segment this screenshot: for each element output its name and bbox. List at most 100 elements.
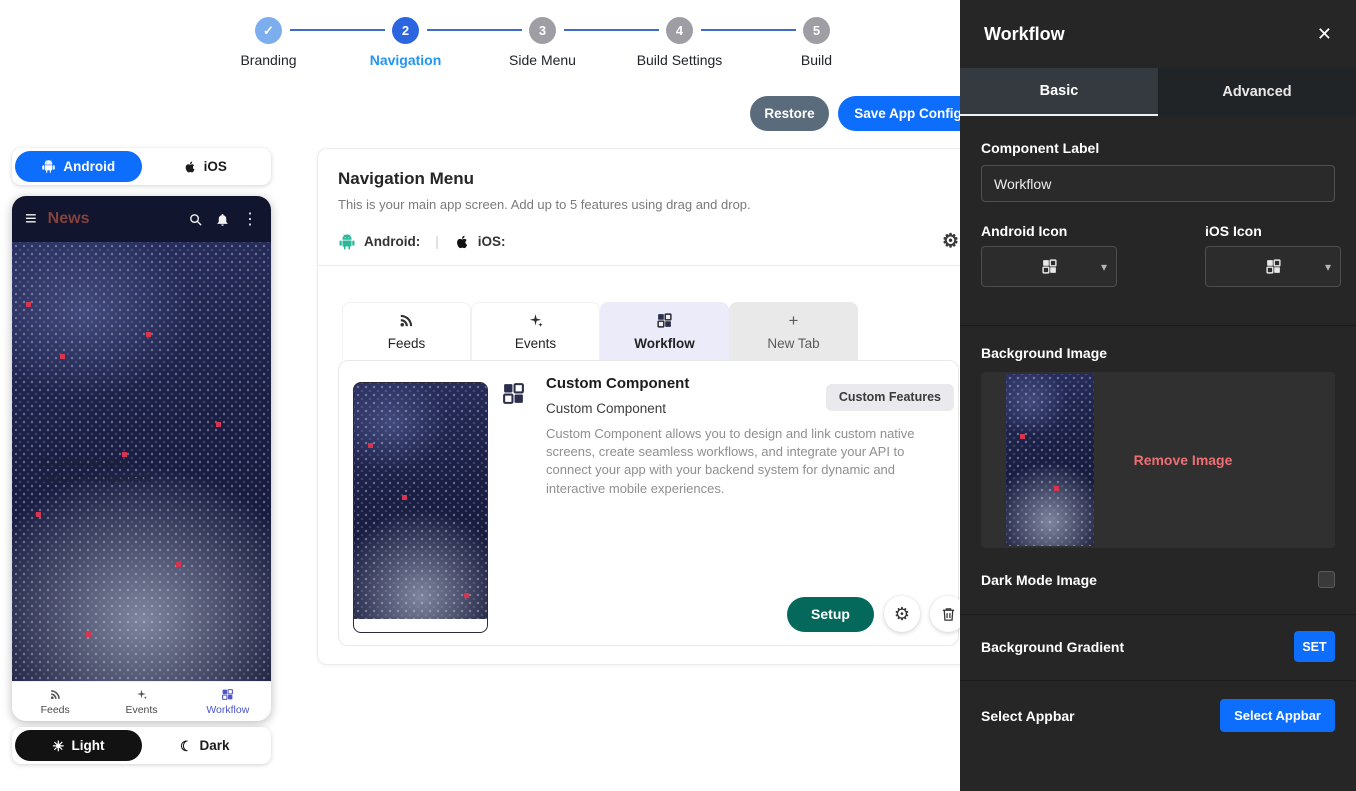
phone-bottom-nav: Feeds Events Workflow xyxy=(12,681,271,721)
background-gradient-label: Background Gradient xyxy=(981,639,1124,655)
tab-label: New Tab xyxy=(767,336,819,351)
sparkle-icon xyxy=(135,688,148,701)
divider-pipe: | xyxy=(435,234,439,249)
feature-actions: Setup ⚙ xyxy=(787,596,966,632)
step-indicator: 4 xyxy=(666,17,693,44)
ios-label: iOS: xyxy=(478,234,506,249)
dark-mode-image-checkbox[interactable] xyxy=(1318,571,1335,588)
kebab-menu-icon[interactable]: ⋮ xyxy=(242,209,258,229)
step-build[interactable]: 5 Build xyxy=(748,14,885,68)
dark-mode-image-row: Dark Mode Image xyxy=(981,571,1335,588)
save-app-config-button[interactable]: Save App Config xyxy=(838,96,978,131)
thumbnail-bottom-bar xyxy=(354,619,487,632)
select-appbar-button[interactable]: Select Appbar xyxy=(1220,699,1335,732)
android-icon-field-label: Android Icon xyxy=(981,223,1117,239)
panel-tab-basic[interactable]: Basic xyxy=(960,68,1158,116)
component-label-input[interactable] xyxy=(981,165,1335,202)
card-subtitle: This is your main app screen. Add up to … xyxy=(338,197,959,212)
component-preview-thumbnail xyxy=(353,382,488,633)
tab-label: Workflow xyxy=(634,336,695,351)
set-gradient-button[interactable]: SET xyxy=(1294,631,1335,662)
theme-dark-label: Dark xyxy=(200,738,230,753)
workflow-feature-panel: Custom Component Custom Component Custom… xyxy=(338,360,959,646)
divider xyxy=(960,325,1356,326)
phone-app-title: News xyxy=(48,210,90,228)
step-navigation[interactable]: 2 Navigation xyxy=(337,14,474,68)
build-stepper: ✓ Branding 2 Navigation 3 Side Menu 4 Bu… xyxy=(200,14,885,68)
phone-tab-feeds[interactable]: Feeds xyxy=(12,682,98,721)
theme-light-label: Light xyxy=(72,738,105,753)
step-branding[interactable]: ✓ Branding xyxy=(200,14,337,68)
phone-tab-label: Feeds xyxy=(41,704,70,716)
tab-label: Feeds xyxy=(388,336,426,351)
step-build-settings[interactable]: 4 Build Settings xyxy=(611,14,748,68)
plus-icon: + xyxy=(789,312,799,329)
select-appbar-row: Select Appbar Select Appbar xyxy=(981,699,1335,732)
step-label: Branding xyxy=(200,52,337,68)
ios-icon-field-label: iOS Icon xyxy=(1205,223,1341,239)
bell-icon[interactable] xyxy=(215,212,230,227)
theme-dark-option[interactable]: ☾ Dark xyxy=(142,730,269,761)
remove-image-link[interactable]: Remove Image xyxy=(1081,372,1285,548)
chevron-down-icon: ▾ xyxy=(1101,260,1107,274)
step-label: Build Settings xyxy=(611,52,748,68)
step-indicator: 5 xyxy=(803,17,830,44)
phone-tab-workflow[interactable]: Workflow xyxy=(185,682,271,721)
android-label: Android: xyxy=(364,234,420,249)
restore-button[interactable]: Restore xyxy=(750,96,829,131)
tab-label: Events xyxy=(515,336,556,351)
component-description: Custom Component allows you to design an… xyxy=(546,425,948,498)
tab-events[interactable]: Events xyxy=(471,302,600,360)
apple-icon xyxy=(183,160,197,174)
workflow-settings-panel: Workflow ✕ Basic Advanced Component Labe… xyxy=(960,0,1356,791)
ios-icon-select[interactable]: ▾ xyxy=(1205,246,1341,287)
android-icon-select[interactable]: ▾ xyxy=(981,246,1117,287)
check-icon: ✓ xyxy=(255,17,282,44)
workflow-grid-icon xyxy=(1265,258,1282,275)
phone-tab-label: Events xyxy=(125,704,157,716)
phone-overlay-text: Customize your custom component xyxy=(40,454,170,486)
divider xyxy=(960,614,1356,615)
step-side-menu[interactable]: 3 Side Menu xyxy=(474,14,611,68)
app-preview-phone: ≡ News ⋮ Customize your custom component… xyxy=(12,196,271,721)
panel-tab-advanced[interactable]: Advanced xyxy=(1158,68,1356,116)
navigation-menu-card: Navigation Menu This is your main app sc… xyxy=(317,148,980,665)
platform-toggle: Android iOS xyxy=(12,148,271,185)
platform-ios-option[interactable]: iOS xyxy=(142,151,269,182)
setup-button[interactable]: Setup xyxy=(787,597,874,632)
platform-icon-row: Android: | iOS: ⚙ xyxy=(338,232,959,251)
hamburger-icon[interactable]: ≡ xyxy=(25,208,37,231)
background-gradient-row: Background Gradient SET xyxy=(981,631,1335,662)
platform-android-option[interactable]: Android xyxy=(15,151,142,182)
component-label-field-label: Component Label xyxy=(981,140,1335,156)
step-label: Navigation xyxy=(337,52,474,68)
close-icon[interactable]: ✕ xyxy=(1317,24,1332,45)
step-label: Build xyxy=(748,52,885,68)
settings-gear-icon[interactable]: ⚙ xyxy=(942,232,959,251)
tab-feeds[interactable]: Feeds xyxy=(342,302,471,360)
platform-ios-label: iOS xyxy=(204,159,227,174)
step-indicator: 2 xyxy=(392,17,419,44)
panel-header: Workflow ✕ xyxy=(960,0,1356,68)
step-label: Side Menu xyxy=(474,52,611,68)
phone-tab-events[interactable]: Events xyxy=(98,682,184,721)
feature-tabs: Feeds Events Workflow + New Tab xyxy=(338,302,959,360)
component-grid-icon xyxy=(495,375,531,411)
workflow-grid-icon xyxy=(656,312,673,329)
tab-workflow[interactable]: Workflow xyxy=(600,302,729,360)
phone-tab-label: Workflow xyxy=(206,704,249,716)
step-indicator: 3 xyxy=(529,17,556,44)
search-icon[interactable] xyxy=(188,212,203,227)
rss-icon xyxy=(49,688,62,701)
sparkle-icon xyxy=(527,312,544,329)
chevron-down-icon: ▾ xyxy=(1325,260,1331,274)
gear-icon: ⚙ xyxy=(894,604,910,625)
custom-features-badge: Custom Features xyxy=(826,384,954,411)
component-settings-button[interactable]: ⚙ xyxy=(884,596,920,632)
theme-light-option[interactable]: ☀ Light xyxy=(15,730,142,761)
dark-mode-image-label: Dark Mode Image xyxy=(981,572,1097,588)
select-appbar-label: Select Appbar xyxy=(981,708,1075,724)
android-icon xyxy=(41,159,56,174)
tab-new-tab[interactable]: + New Tab xyxy=(729,302,858,360)
platform-android-label: Android xyxy=(63,159,115,174)
